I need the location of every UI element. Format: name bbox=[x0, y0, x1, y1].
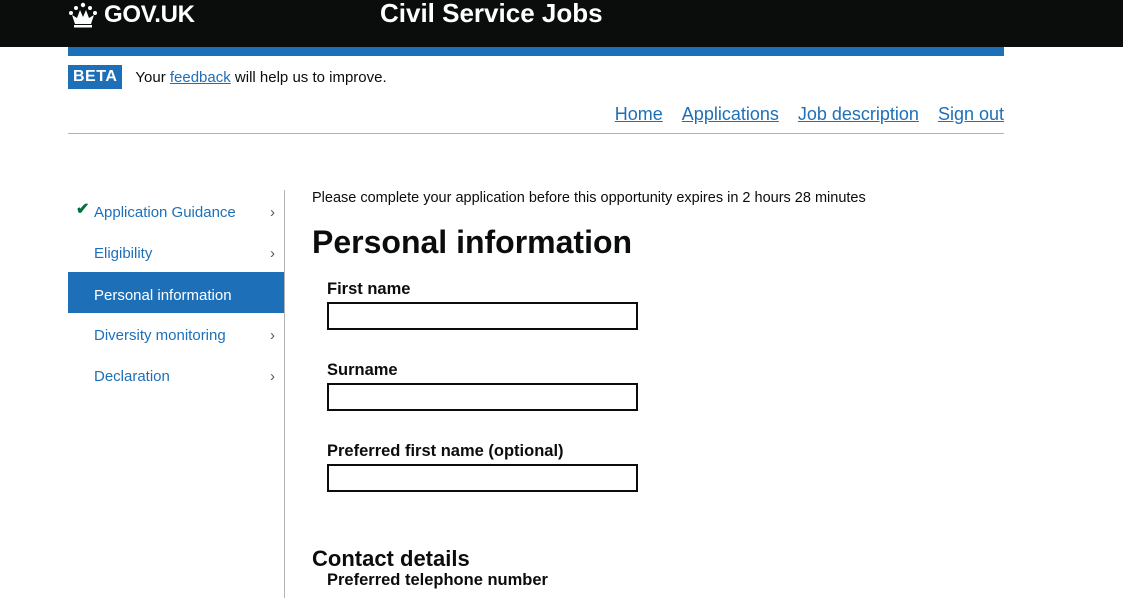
service-name[interactable]: Civil Service Jobs bbox=[380, 0, 603, 28]
sidebar-item-label: Application Guidance bbox=[94, 204, 236, 221]
preferred-first-name-input[interactable] bbox=[327, 464, 638, 492]
contact-details-heading: Contact details bbox=[312, 546, 470, 572]
sidebar-divider bbox=[284, 190, 285, 598]
beta-text-before: Your bbox=[135, 68, 166, 86]
header-blue-bar bbox=[68, 47, 1004, 56]
sidebar-item-eligibility[interactable]: Eligibility › bbox=[68, 231, 284, 272]
telephone-label: Preferred telephone number bbox=[327, 571, 548, 589]
surname-input[interactable] bbox=[327, 383, 638, 411]
preferred-first-name-label: Preferred first name (optional) bbox=[327, 442, 564, 460]
surname-label: Surname bbox=[327, 361, 398, 379]
telephone-field-group: Preferred telephone number bbox=[327, 571, 548, 590]
sidebar-item-label: Eligibility bbox=[94, 245, 153, 262]
expiry-notice: Please complete your application before … bbox=[312, 190, 866, 206]
sidebar-item-diversity-monitoring[interactable]: Diversity monitoring › bbox=[68, 313, 284, 354]
govuk-logo[interactable]: GOV.UK bbox=[68, 0, 195, 30]
nav-job-description-link[interactable]: Job description bbox=[798, 104, 919, 125]
surname-field-group: Surname bbox=[327, 361, 638, 411]
crown-icon bbox=[68, 2, 98, 28]
first-name-input[interactable] bbox=[327, 302, 638, 330]
first-name-field-group: First name bbox=[327, 280, 638, 330]
chevron-right-icon: › bbox=[270, 327, 275, 344]
preferred-first-name-field-group: Preferred first name (optional) bbox=[327, 442, 638, 492]
beta-message: Your feedback will help us to improve. bbox=[135, 69, 386, 86]
first-name-label: First name bbox=[327, 280, 411, 298]
sidebar-item-application-guidance[interactable]: ✔ Application Guidance › bbox=[68, 190, 284, 231]
chevron-right-icon: › bbox=[270, 368, 275, 385]
sidebar-item-label: Personal information bbox=[94, 287, 232, 304]
sidebar-item-label: Declaration bbox=[94, 368, 170, 385]
nav-home-link[interactable]: Home bbox=[615, 104, 663, 125]
beta-banner: BETA Your feedback will help us to impro… bbox=[68, 65, 387, 89]
nav-sign-out-link[interactable]: Sign out bbox=[938, 104, 1004, 125]
sidebar-item-label: Diversity monitoring bbox=[94, 327, 226, 344]
beta-text-after: will help us to improve. bbox=[234, 68, 387, 86]
feedback-link[interactable]: feedback bbox=[170, 69, 231, 86]
top-navigation: Home Applications Job description Sign o… bbox=[615, 104, 1004, 125]
site-header: GOV.UK Civil Service Jobs bbox=[0, 0, 1123, 47]
sidebar-item-personal-information[interactable]: Personal information bbox=[68, 272, 284, 313]
beta-tag: BETA bbox=[68, 65, 123, 89]
application-steps-nav: ✔ Application Guidance › Eligibility › P… bbox=[68, 190, 284, 395]
sidebar-item-declaration[interactable]: Declaration › bbox=[68, 354, 284, 395]
chevron-right-icon: › bbox=[270, 245, 275, 262]
header-divider bbox=[68, 133, 1004, 134]
check-icon: ✔ bbox=[76, 201, 90, 218]
page-title: Personal information bbox=[312, 224, 633, 260]
nav-applications-link[interactable]: Applications bbox=[682, 104, 779, 125]
chevron-right-icon: › bbox=[270, 204, 275, 221]
logo-text: GOV.UK bbox=[104, 1, 195, 28]
